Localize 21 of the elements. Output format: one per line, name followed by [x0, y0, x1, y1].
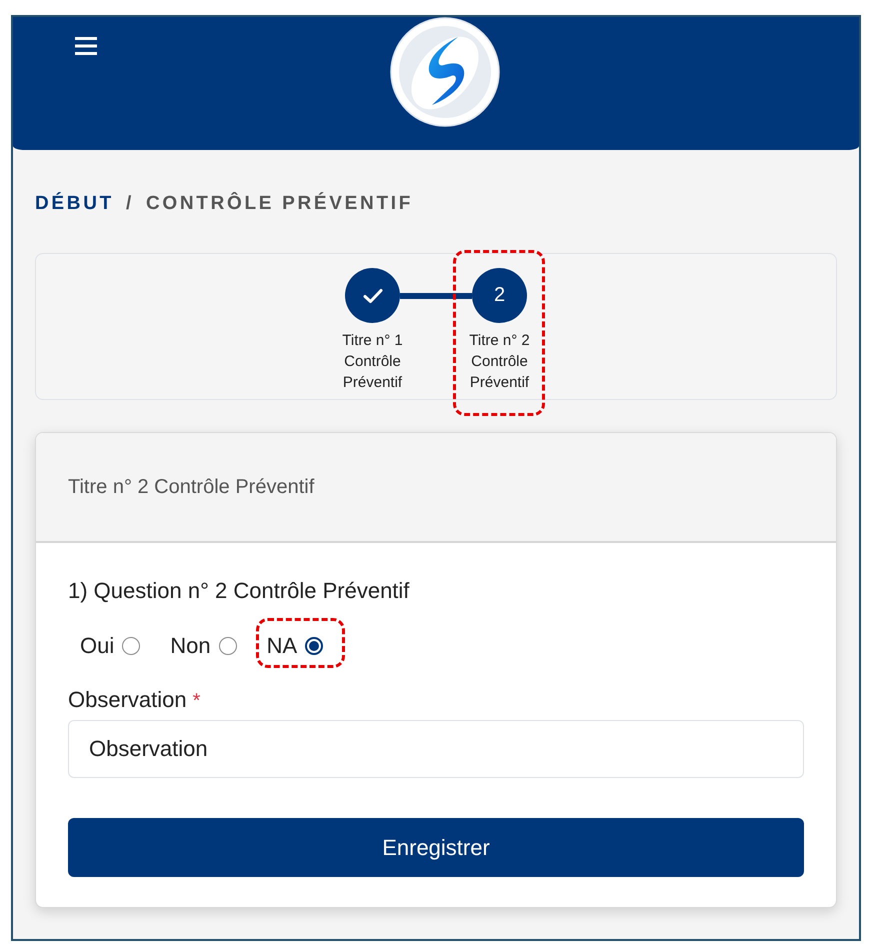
radio-button[interactable] — [305, 637, 324, 655]
radio-label[interactable]: Oui — [80, 632, 114, 660]
required-mark: * — [192, 690, 200, 713]
step-label: Titre n° 1 Contrôle Préventif — [341, 331, 404, 393]
step-label: Titre n° 2 Contrôle Préventif — [468, 331, 531, 393]
radio-button[interactable] — [218, 637, 237, 655]
observation-field[interactable]: Observation — [68, 720, 804, 778]
question-text: 1) Question n° 2 Contrôle Préventif — [68, 577, 410, 605]
breadcrumb-link[interactable]: DÉBUT — [35, 193, 114, 215]
breadcrumb-current: CONTRÔLE PRÉVENTIF — [146, 193, 414, 215]
step-connector — [400, 292, 472, 298]
radio-button[interactable] — [122, 637, 140, 655]
field-label: Observation — [68, 687, 187, 713]
check-icon — [362, 288, 382, 304]
radio-label[interactable]: Non — [170, 632, 211, 660]
section-title: Titre n° 2 Contrôle Préventif — [68, 476, 314, 498]
menu-icon[interactable] — [75, 37, 97, 55]
breadcrumb-separator: / — [126, 193, 134, 215]
save-button[interactable]: Enregistrer — [68, 818, 804, 877]
step-circle[interactable]: 2 — [472, 268, 527, 323]
radio-label[interactable]: NA — [266, 632, 298, 660]
